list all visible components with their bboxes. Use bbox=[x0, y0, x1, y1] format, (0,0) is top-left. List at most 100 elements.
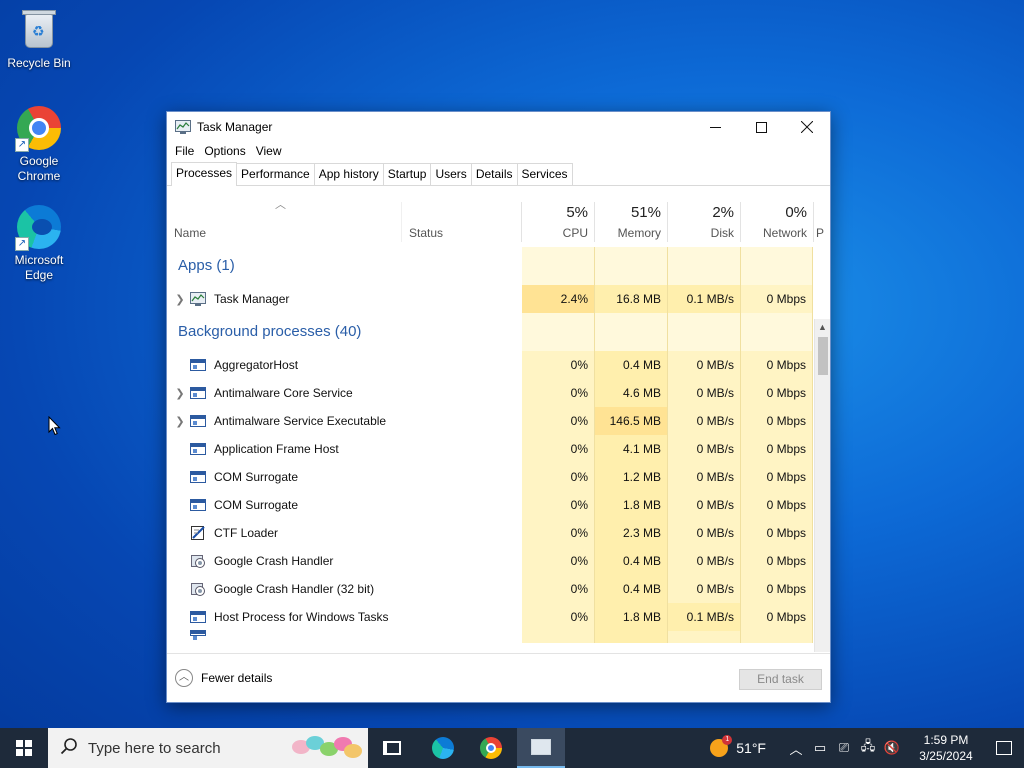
table-row[interactable]: ❯ Task Manager 2.4% 16.8 MB 0.1 MB/s 0 M… bbox=[167, 285, 814, 313]
table-row[interactable]: CTF Loader 0% 2.3 MB 0 MB/s 0 Mbps bbox=[167, 519, 814, 547]
table-row[interactable]: Google Crash Handler 0% 0.4 MB 0 MB/s 0 … bbox=[167, 547, 814, 575]
tab-details[interactable]: Details bbox=[470, 163, 518, 185]
scroll-up-icon[interactable]: ▲ bbox=[815, 319, 830, 335]
column-header-status[interactable]: Status bbox=[402, 202, 522, 242]
chevron-right-icon[interactable]: ❯ bbox=[170, 293, 190, 306]
tab-startup[interactable]: Startup bbox=[382, 163, 432, 185]
process-name: Google Crash Handler (32 bit) bbox=[214, 582, 375, 596]
column-header: ︿ Name Status 5% CPU 51% Memory 2% Disk … bbox=[167, 199, 824, 242]
task-view-button[interactable] bbox=[368, 728, 416, 768]
title-bar[interactable]: Task Manager bbox=[167, 112, 830, 142]
network-value: 0 Mbps bbox=[741, 379, 813, 407]
tab-performance[interactable]: Performance bbox=[236, 163, 315, 185]
menu-options[interactable]: Options bbox=[199, 142, 250, 162]
taskbar-clock[interactable]: 1:59 PM 3/25/2024 bbox=[908, 732, 984, 764]
process-name: CTF Loader bbox=[214, 526, 279, 540]
volume-muted-icon[interactable]: 🔇 bbox=[880, 740, 904, 756]
column-header-memory[interactable]: 51% Memory bbox=[595, 202, 668, 242]
task-view-icon bbox=[383, 741, 401, 755]
column-header-cpu[interactable]: 5% CPU bbox=[522, 202, 595, 242]
taskbar: Type here to search 1 51°F ︿ ▭ ⎚ 🖧 🔇 1:5… bbox=[0, 728, 1024, 768]
menu-file[interactable]: File bbox=[170, 142, 199, 162]
chevron-up-icon[interactable]: ︿ bbox=[784, 739, 808, 758]
disk-value: 0 MB/s bbox=[668, 547, 741, 575]
table-row[interactable]: Host Process for Windows Tasks 0% 1.8 MB… bbox=[167, 603, 814, 631]
disk-value: 0 MB/s bbox=[668, 379, 741, 407]
cpu-value: 0% bbox=[522, 547, 595, 575]
maximize-icon bbox=[755, 121, 767, 133]
table-row[interactable]: COM Surrogate 0% 1.8 MB 0 MB/s 0 Mbps bbox=[167, 491, 814, 519]
notification-center-button[interactable] bbox=[984, 741, 1024, 755]
disk-value: 0 MB/s bbox=[668, 519, 741, 547]
minimize-button[interactable] bbox=[692, 112, 738, 142]
chevron-up-icon: ︿ bbox=[175, 669, 193, 687]
disk-value: 0.1 MB/s bbox=[668, 603, 741, 631]
end-task-button[interactable]: End task bbox=[739, 669, 822, 690]
vertical-scroll-thumb[interactable] bbox=[818, 337, 828, 375]
memory-value: 0.4 MB bbox=[595, 575, 668, 603]
chrome-icon bbox=[480, 737, 502, 759]
chevron-right-icon[interactable]: ❯ bbox=[170, 415, 190, 428]
edge-icon: ↗ bbox=[15, 203, 63, 251]
window-icon bbox=[190, 442, 206, 456]
maximize-button[interactable] bbox=[738, 112, 784, 142]
menu-bar: File Options View bbox=[167, 142, 830, 162]
table-row[interactable]: Google Crash Handler (32 bit) 0% 0.4 MB … bbox=[167, 575, 814, 603]
cpu-value: 2.4% bbox=[522, 285, 595, 313]
recycle-bin-icon: ♻ bbox=[15, 6, 63, 54]
column-header-name[interactable]: ︿ Name bbox=[167, 199, 402, 242]
tab-processes[interactable]: Processes bbox=[171, 162, 238, 186]
table-row[interactable]: COM Surrogate 0% 1.2 MB 0 MB/s 0 Mbps bbox=[167, 463, 814, 491]
column-header-disk[interactable]: 2% Disk bbox=[668, 202, 741, 242]
desktop-icon-microsoft-edge[interactable]: ↗ Microsoft Edge bbox=[1, 203, 77, 283]
chevron-right-icon[interactable]: ❯ bbox=[170, 387, 190, 400]
taskbar-search-box[interactable]: Type here to search bbox=[48, 728, 368, 768]
table-row[interactable]: ❯ Antimalware Service Executable 0% 146.5… bbox=[167, 407, 814, 435]
memory-value: 146.5 MB bbox=[595, 407, 668, 435]
close-button[interactable] bbox=[784, 112, 830, 142]
cpu-value: 0% bbox=[522, 407, 595, 435]
group-row-apps[interactable]: Apps (1) bbox=[167, 247, 814, 285]
taskbar-edge-button[interactable] bbox=[419, 728, 467, 768]
task-manager-window[interactable]: Task Manager File Options View Processes… bbox=[166, 111, 831, 703]
table-row-partial[interactable] bbox=[167, 630, 814, 643]
group-row-background[interactable]: Background processes (40) bbox=[167, 313, 814, 351]
network-icon[interactable]: 🖧 bbox=[856, 737, 880, 759]
table-row[interactable]: Application Frame Host 0% 4.1 MB 0 MB/s … bbox=[167, 435, 814, 463]
meet-now-icon[interactable]: ⎚ bbox=[832, 740, 856, 756]
process-name: COM Surrogate bbox=[214, 498, 299, 512]
process-name: Antimalware Core Service bbox=[214, 386, 353, 400]
tablet-icon[interactable]: ▭ bbox=[808, 740, 832, 756]
start-button[interactable] bbox=[0, 728, 48, 768]
process-grid: ︿ Name Status 5% CPU 51% Memory 2% Disk … bbox=[167, 187, 830, 652]
task-manager-icon bbox=[190, 292, 206, 306]
column-header-network[interactable]: 0% Network bbox=[741, 202, 814, 242]
fewer-details-button[interactable]: ︿ Fewer details bbox=[175, 669, 272, 687]
taskbar-chrome-button[interactable] bbox=[467, 728, 515, 768]
desktop-icon-label: Microsoft Edge bbox=[14, 253, 64, 282]
disk-value: 0 MB/s bbox=[668, 351, 741, 379]
column-header-power-partial[interactable]: P bbox=[814, 202, 824, 242]
window-icon bbox=[190, 610, 206, 624]
table-row[interactable]: AggregatorHost 0% 0.4 MB 0 MB/s 0 Mbps bbox=[167, 351, 814, 379]
network-value: 0 Mbps bbox=[741, 285, 813, 313]
menu-view[interactable]: View bbox=[251, 142, 287, 162]
disk-value: 0 MB/s bbox=[668, 491, 741, 519]
weather-widget[interactable]: 1 51°F bbox=[710, 735, 766, 757]
network-value: 0 Mbps bbox=[741, 351, 813, 379]
group-title: Background processes (40) bbox=[178, 323, 362, 340]
desktop-icon-label: Google Chrome bbox=[17, 154, 61, 183]
desktop-icon-google-chrome[interactable]: ↗ Google Chrome bbox=[1, 104, 77, 184]
table-row[interactable]: ❯ Antimalware Core Service 0% 4.6 MB 0 MB… bbox=[167, 379, 814, 407]
tab-services[interactable]: Services bbox=[516, 163, 573, 185]
system-tray: 1 51°F ︿ ▭ ⎚ 🖧 🔇 1:59 PM 3/25/2024 bbox=[710, 728, 1024, 768]
taskbar-task-manager-button[interactable] bbox=[517, 728, 565, 768]
vertical-scrollbar[interactable]: ▲ ▼ bbox=[814, 319, 830, 652]
process-name: Google Crash Handler bbox=[214, 554, 334, 568]
tab-users[interactable]: Users bbox=[430, 163, 472, 185]
memory-value: 16.8 MB bbox=[595, 285, 668, 313]
network-value: 0 Mbps bbox=[741, 547, 813, 575]
tab-app-history[interactable]: App history bbox=[313, 163, 384, 185]
shortcut-arrow-icon: ↗ bbox=[15, 138, 29, 152]
desktop-icon-recycle-bin[interactable]: ♻ Recycle Bin bbox=[1, 6, 77, 71]
